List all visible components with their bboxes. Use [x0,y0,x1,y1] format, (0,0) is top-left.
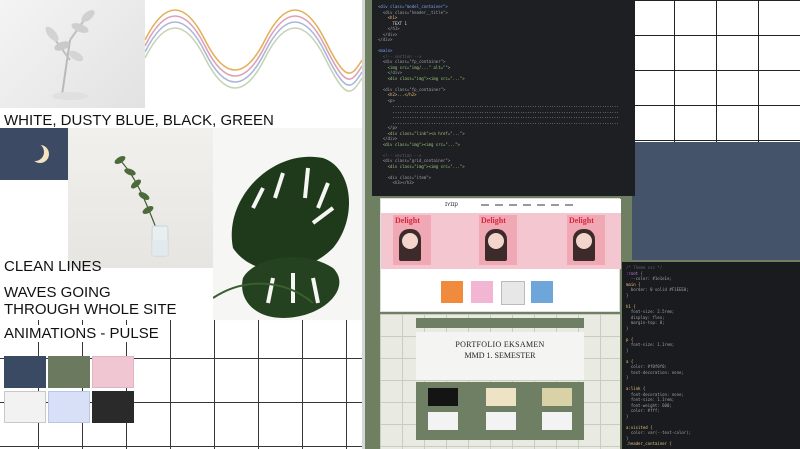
swatch-light-blue [48,391,90,423]
leaf-sculpture-icon [45,10,95,100]
portfolio-title: PORTFOLIO EKSAMEN [455,340,545,349]
portfolio-subtitle: MMD 1. SEMESTER [464,351,536,360]
waves-graphic [144,0,363,108]
waves-icon [144,9,363,92]
magazine-banner: Delight Delight Delight [381,213,621,269]
note-waves: WAVES GOING THROUGH WHOLE SITE [4,284,177,318]
swatch-pink [92,356,134,388]
swatch-white [4,391,46,423]
vase-plant-icon [114,156,169,257]
website-screenshot: ɪʏɪɪp Delight Delight Delight [380,198,621,312]
html-code-editor: <div class="model_container"> <div class… [372,0,635,196]
site-logo: ɪʏɪɪp [445,202,458,208]
portfolio-projects [416,382,584,440]
swatch-green [48,356,90,388]
swatch-black [92,391,134,423]
dusty-blue-block [632,142,800,260]
site-navbar: ɪʏɪɪp [381,199,621,214]
moon-tile [0,128,68,180]
portfolio-header-card: PORTFOLIO EKSAMEN MMD 1. SEMESTER [416,332,584,380]
palette-title: WHITE, DUSTY BLUE, BLACK, GREEN [4,112,274,129]
right-grid [632,0,800,142]
product-row [441,281,561,307]
plant-sculpture-photo [0,0,145,108]
note-animations: ANIMATIONS - PULSE [4,325,159,342]
cover-title-2: Delight [481,216,506,225]
magazine-cover-3: Delight [567,215,605,265]
cover-title-3: Delight [569,216,594,225]
portfolio-nav [416,318,584,328]
monstera-photo [212,128,362,323]
magazine-cover-2: Delight [479,215,517,265]
portfolio-screenshot: PORTFOLIO EKSAMEN MMD 1. SEMESTER [380,314,620,449]
css-code-editor: /* Theme css */ :root { --color: #1e1e1e… [622,262,800,449]
swatch-dusty-blue [4,356,46,388]
monstera-leaf-icon [212,156,350,318]
plant-vase-photo [68,128,213,268]
moodboard-panel: WHITE, DUSTY BLUE, BLACK, GREEN CLEAN LI… [0,0,363,449]
cover-title-1: Delight [395,216,420,225]
crescent-moon-icon [26,143,49,163]
magazine-cover-1: Delight [393,215,431,265]
site-nav-links [481,204,576,206]
note-clean-lines: CLEAN LINES [4,258,102,275]
